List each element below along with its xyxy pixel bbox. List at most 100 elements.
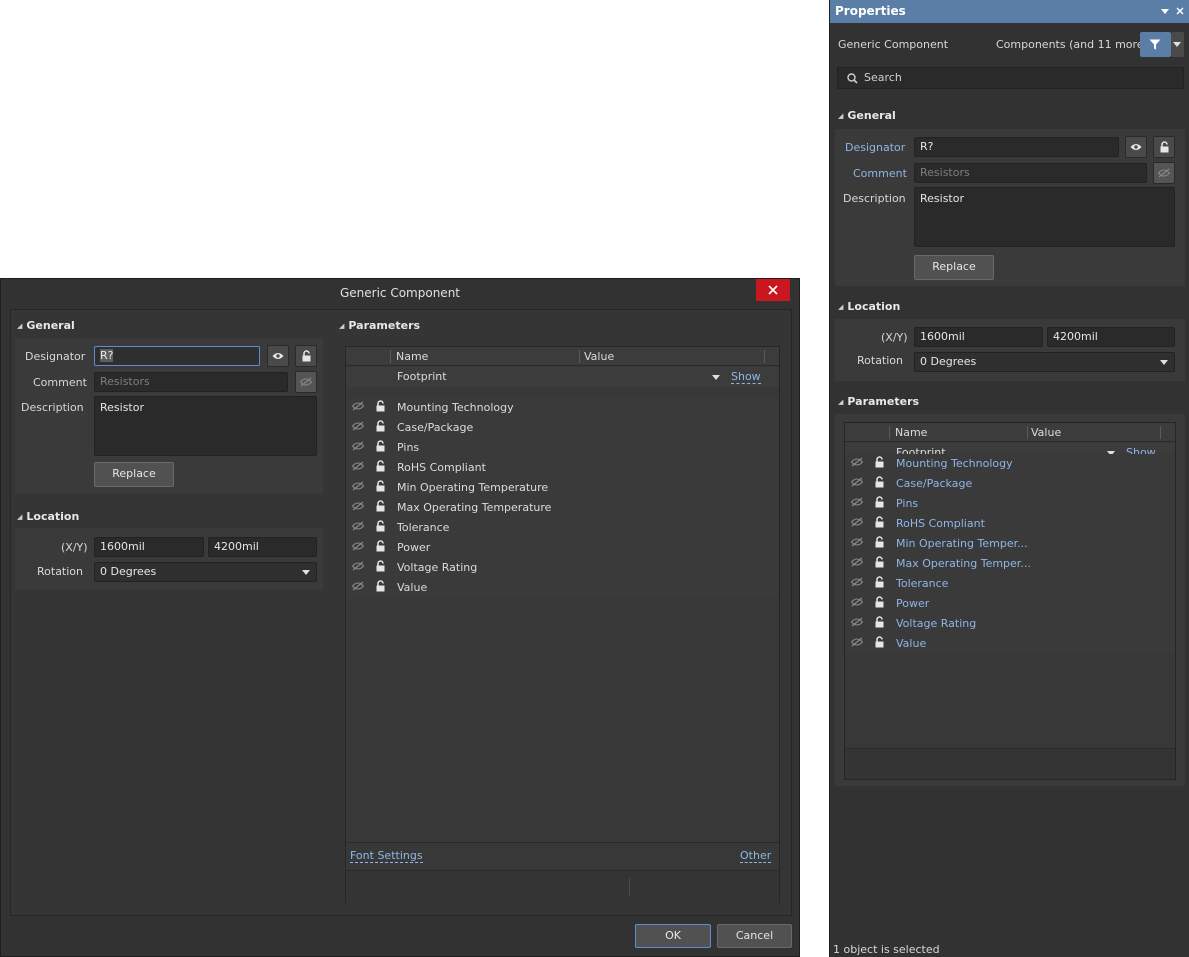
lock-icon[interactable]	[875, 636, 884, 648]
close-button[interactable]	[756, 279, 790, 301]
lock-icon[interactable]	[875, 556, 884, 568]
table-row[interactable]: Power	[346, 538, 779, 558]
table-row[interactable]: Min Operating Temper...	[845, 534, 1175, 554]
designator-lock-button[interactable]	[1153, 136, 1175, 158]
general-section-title[interactable]: General	[17, 319, 74, 332]
designator-input[interactable]: R?	[94, 346, 260, 366]
name-column-header[interactable]: Name	[895, 426, 927, 439]
designator-visibility-button[interactable]	[1125, 136, 1147, 158]
show-footprint-link[interactable]: Show	[731, 370, 761, 384]
lock-icon[interactable]	[376, 440, 385, 452]
parameters-section-title[interactable]: Parameters	[339, 319, 420, 332]
lock-icon[interactable]	[875, 616, 884, 628]
table-row[interactable]: Tolerance	[845, 574, 1175, 594]
font-settings-link[interactable]: Font Settings	[350, 849, 423, 863]
eye-hidden-icon[interactable]	[352, 421, 364, 431]
table-row[interactable]: Case/Package	[346, 418, 779, 438]
value-column-header[interactable]: Value	[584, 350, 614, 363]
comment-visibility-button[interactable]	[1153, 162, 1175, 184]
x-input[interactable]: 1600mil	[914, 327, 1043, 347]
general-section-title[interactable]: General	[838, 109, 895, 122]
lock-icon[interactable]	[376, 500, 385, 512]
eye-hidden-icon[interactable]	[851, 517, 863, 527]
replace-button[interactable]: Replace	[914, 255, 994, 280]
table-row[interactable]: Pins	[845, 494, 1175, 514]
table-row[interactable]: Value	[346, 578, 779, 598]
eye-hidden-icon[interactable]	[851, 637, 863, 647]
chevron-down-icon[interactable]	[712, 375, 720, 380]
table-row[interactable]: Mounting Technology	[346, 398, 779, 418]
lock-icon[interactable]	[376, 560, 385, 572]
comment-input[interactable]: Resistors	[914, 163, 1147, 183]
eye-hidden-icon[interactable]	[352, 481, 364, 491]
other-link[interactable]: Other	[740, 849, 772, 863]
lock-icon[interactable]	[875, 476, 884, 488]
comment-visibility-button[interactable]	[295, 371, 317, 393]
eye-hidden-icon[interactable]	[851, 617, 863, 627]
filter-dropdown-button[interactable]	[1171, 32, 1184, 57]
location-section-title[interactable]: Location	[17, 510, 79, 523]
eye-hidden-icon[interactable]	[352, 521, 364, 531]
table-row[interactable]: Max Operating Temper...	[845, 554, 1175, 574]
table-row[interactable]: Pins	[346, 438, 779, 458]
description-textarea[interactable]: Resistor	[94, 396, 317, 456]
close-icon[interactable]	[1176, 7, 1184, 15]
lock-icon[interactable]	[376, 540, 385, 552]
table-row[interactable]: RoHS Compliant	[346, 458, 779, 478]
table-row[interactable]: Max Operating Temperature	[346, 498, 779, 518]
eye-hidden-icon[interactable]	[851, 497, 863, 507]
lock-icon[interactable]	[875, 516, 884, 528]
designator-lock-button[interactable]	[295, 345, 317, 367]
footprint-row[interactable]: Footprint Show	[346, 367, 779, 387]
table-row[interactable]: Tolerance	[346, 518, 779, 538]
table-row[interactable]: Mounting Technology	[845, 454, 1175, 474]
name-column-header[interactable]: Name	[396, 350, 428, 363]
location-section-title[interactable]: Location	[838, 300, 900, 313]
table-row[interactable]: Power	[845, 594, 1175, 614]
eye-hidden-icon[interactable]	[851, 537, 863, 547]
eye-hidden-icon[interactable]	[352, 541, 364, 551]
ok-button[interactable]: OK	[635, 924, 711, 948]
table-row[interactable]: Value	[845, 634, 1175, 654]
eye-hidden-icon[interactable]	[352, 441, 364, 451]
designator-input[interactable]: R?	[914, 137, 1119, 157]
x-input[interactable]: 1600mil	[94, 537, 204, 557]
replace-button[interactable]: Replace	[94, 462, 174, 487]
designator-visibility-button[interactable]	[267, 345, 289, 367]
lock-icon[interactable]	[376, 460, 385, 472]
lock-icon[interactable]	[875, 536, 884, 548]
eye-hidden-icon[interactable]	[851, 557, 863, 567]
lock-icon[interactable]	[376, 400, 385, 412]
rotation-select[interactable]: 0 Degrees	[914, 352, 1175, 372]
table-row[interactable]: Case/Package	[845, 474, 1175, 494]
lock-icon[interactable]	[875, 596, 884, 608]
eye-hidden-icon[interactable]	[352, 561, 364, 571]
lock-icon[interactable]	[376, 480, 385, 492]
eye-hidden-icon[interactable]	[851, 597, 863, 607]
eye-hidden-icon[interactable]	[851, 477, 863, 487]
table-row[interactable]: Voltage Rating	[346, 558, 779, 578]
table-row[interactable]: RoHS Compliant	[845, 514, 1175, 534]
panel-menu-icon[interactable]	[1161, 9, 1169, 14]
search-input[interactable]: Search	[837, 67, 1184, 89]
description-textarea[interactable]: Resistor	[914, 187, 1175, 247]
eye-hidden-icon[interactable]	[352, 401, 364, 411]
rotation-select[interactable]: 0 Degrees	[94, 562, 317, 582]
lock-icon[interactable]	[376, 420, 385, 432]
lock-icon[interactable]	[875, 496, 884, 508]
cancel-button[interactable]: Cancel	[717, 924, 792, 948]
y-input[interactable]: 4200mil	[1047, 327, 1175, 347]
filter-button[interactable]	[1140, 32, 1171, 57]
table-row[interactable]: Min Operating Temperature	[346, 478, 779, 498]
y-input[interactable]: 4200mil	[208, 537, 317, 557]
eye-hidden-icon[interactable]	[352, 461, 364, 471]
comment-input[interactable]: Resistors	[94, 372, 288, 392]
eye-hidden-icon[interactable]	[352, 501, 364, 511]
table-row[interactable]: Voltage Rating	[845, 614, 1175, 634]
lock-icon[interactable]	[376, 520, 385, 532]
lock-icon[interactable]	[376, 580, 385, 592]
lock-icon[interactable]	[875, 456, 884, 468]
eye-hidden-icon[interactable]	[851, 457, 863, 467]
lock-icon[interactable]	[875, 576, 884, 588]
value-column-header[interactable]: Value	[1031, 426, 1061, 439]
